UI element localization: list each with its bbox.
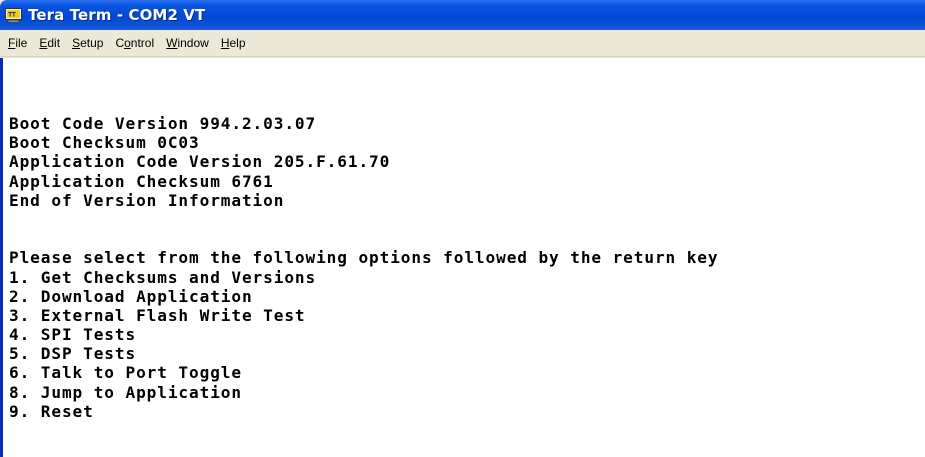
menu-setup[interactable]: Setup bbox=[67, 36, 108, 50]
menu-option-line: 6. Talk to Port Toggle bbox=[9, 363, 242, 383]
terminal-line: Boot Code Version 994.2.03.07 bbox=[9, 114, 317, 133]
menu-option-line: 2. Download Application bbox=[9, 286, 253, 306]
menu-edit[interactable]: Edit bbox=[34, 36, 65, 50]
menu-option-line: 5. DSP Tests bbox=[9, 344, 137, 364]
terminal-prompt-line: Please select from the following options… bbox=[9, 248, 719, 268]
terminal-output[interactable]: Boot Code Version 994.2.03.07 Boot Check… bbox=[0, 58, 925, 457]
menu-option-line: 1. Get Checksums and Versions bbox=[9, 267, 317, 287]
menu-option-line: 3. External Flash Write Test bbox=[9, 305, 306, 325]
svg-text:TT: TT bbox=[8, 11, 16, 18]
terminal-line: Application Code Version 205.F.61.70 bbox=[9, 152, 391, 172]
tera-term-app-icon[interactable]: TT bbox=[5, 7, 22, 23]
terminal-line: End of Version Information bbox=[9, 190, 285, 210]
menu-option-line: 4. SPI Tests bbox=[9, 325, 137, 345]
terminal-line: Boot Checksum 0C03 bbox=[9, 133, 200, 153]
menu-option-line: 8. Jump to Application bbox=[9, 382, 242, 402]
title-bar[interactable]: TT Tera Term - COM2 VT bbox=[0, 0, 925, 30]
menu-option-line: 9. Reset bbox=[9, 401, 94, 421]
menu-help[interactable]: Help bbox=[216, 36, 251, 50]
menu-file[interactable]: File bbox=[3, 36, 32, 50]
terminal-blank-lines bbox=[9, 210, 925, 248]
window-title: Tera Term - COM2 VT bbox=[28, 6, 206, 24]
menu-bar: File Edit Setup Control Window Help bbox=[0, 30, 925, 57]
menu-window[interactable]: Window bbox=[161, 36, 214, 50]
tera-term-window: TT Tera Term - COM2 VT File Edit Setup C… bbox=[0, 0, 925, 457]
menu-control[interactable]: Control bbox=[110, 36, 159, 50]
terminal-line: Application Checksum 6761 bbox=[9, 171, 274, 191]
